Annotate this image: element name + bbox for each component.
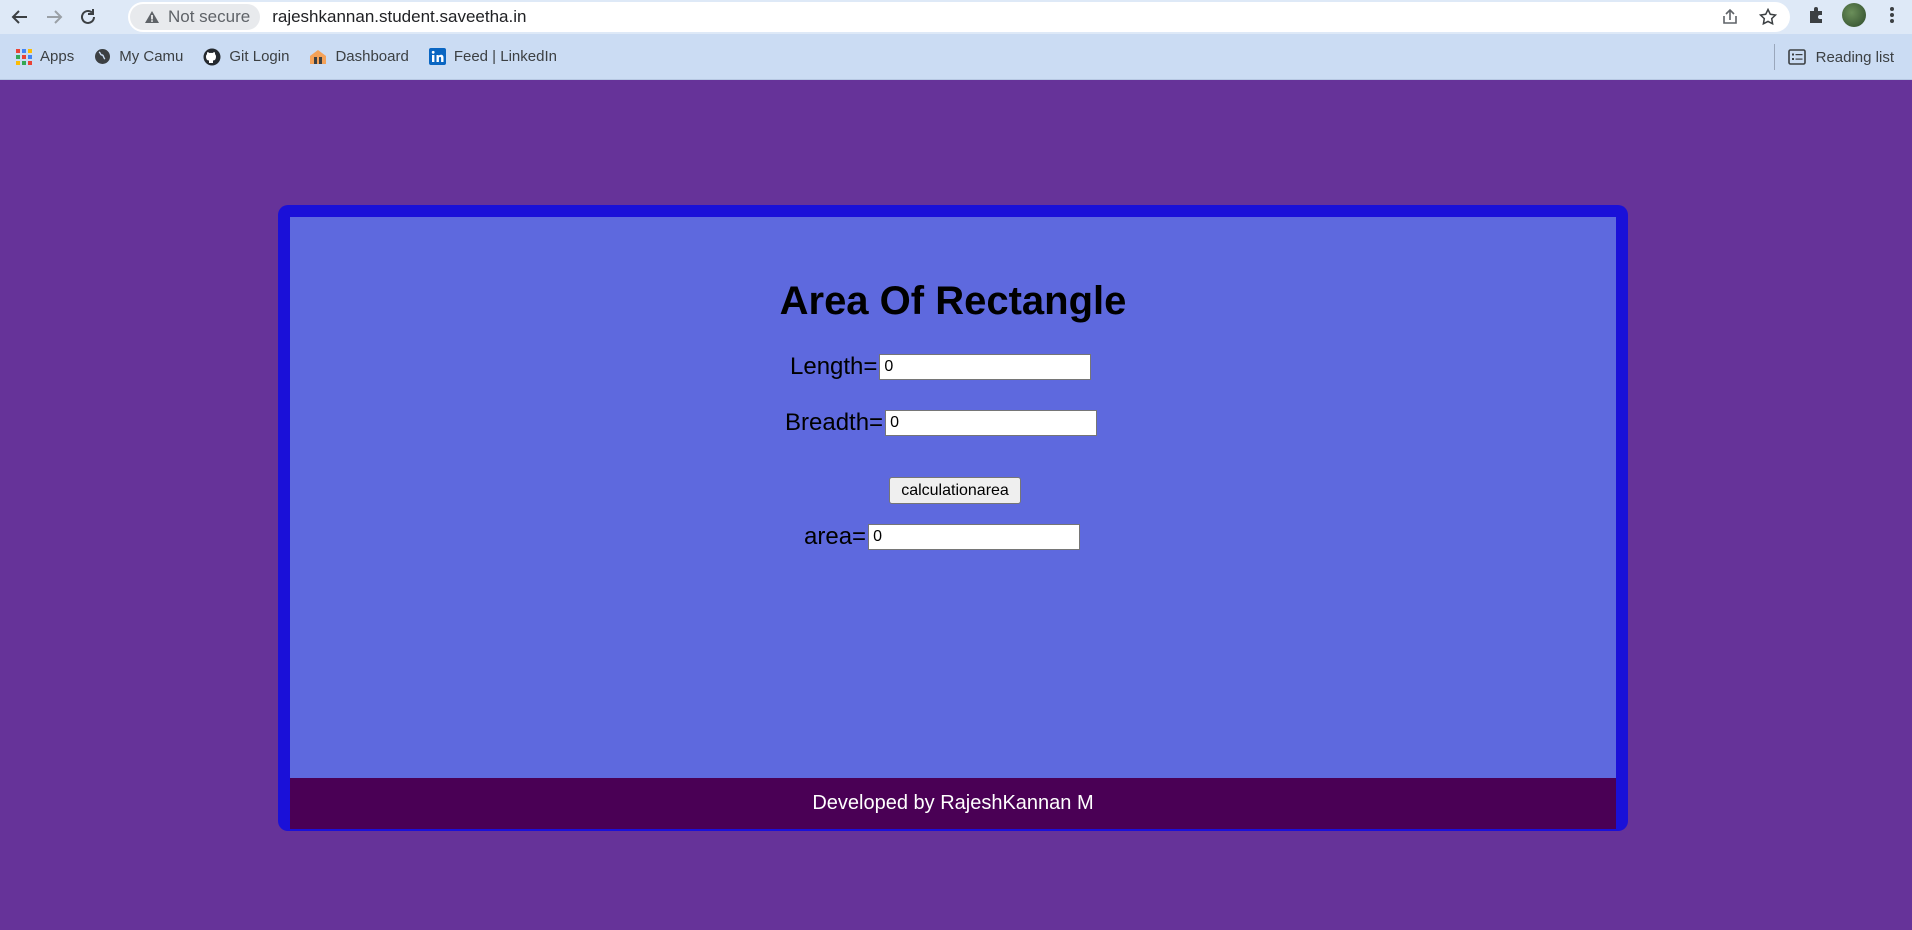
forward-button[interactable] — [40, 3, 68, 31]
apps-grid-icon — [16, 48, 32, 65]
bookmark-label: My Camu — [119, 48, 184, 65]
breadth-row: Breadth= — [785, 409, 1098, 437]
calculator-card: Area Of Rectangle Length= Breadth= calcu… — [278, 205, 1628, 831]
page-title: Area Of Rectangle — [779, 279, 1127, 323]
area-label: area= — [804, 523, 867, 550]
bookmark-my-camu[interactable]: My Camu — [90, 42, 187, 72]
area-output[interactable] — [868, 524, 1081, 550]
length-label: Length= — [790, 353, 878, 380]
reading-list-label: Reading list — [1815, 48, 1894, 66]
profile-avatar[interactable] — [1842, 3, 1866, 27]
calculator-panel: Area Of Rectangle Length= Breadth= calcu… — [290, 217, 1616, 778]
page-footer: Developed by RajeshKannan M — [290, 778, 1616, 829]
breadth-label: Breadth= — [785, 409, 884, 436]
calculate-area-button[interactable]: calculationarea — [889, 477, 1021, 504]
bookmark-star-icon[interactable] — [1756, 5, 1780, 29]
globe-icon — [95, 49, 111, 64]
reading-list-button[interactable]: Reading list — [1787, 42, 1894, 72]
bookmarks-bar: Apps My Camu Git Login Dashboard Feed | … — [0, 34, 1912, 80]
back-button[interactable] — [6, 3, 34, 31]
forward-arrow-icon — [47, 10, 63, 24]
browser-toolbar: Not secure rajeshkannan.student.saveetha… — [0, 0, 1912, 34]
length-row: Length= — [790, 353, 1092, 381]
menu-kebab-icon[interactable] — [1880, 3, 1904, 27]
bookmark-apps[interactable]: Apps — [12, 42, 78, 72]
bookmark-git-login[interactable]: Git Login — [199, 42, 293, 72]
footer-credit: Developed by RajeshKannan M — [812, 792, 1094, 814]
bookmark-label: Dashboard — [335, 48, 409, 65]
github-icon — [203, 48, 221, 65]
bookmark-label: Feed | LinkedIn — [453, 48, 557, 65]
warning-icon — [145, 11, 159, 23]
dashboard-icon — [310, 49, 327, 64]
area-row: area= — [804, 523, 1081, 551]
address-bar[interactable]: Not secure rajeshkannan.student.saveetha… — [128, 2, 1790, 32]
reload-button[interactable] — [74, 3, 102, 31]
back-arrow-icon — [11, 10, 27, 24]
length-input[interactable] — [879, 354, 1092, 380]
breadth-input[interactable] — [885, 410, 1098, 436]
reading-list-divider — [1774, 44, 1775, 70]
reading-list-icon — [1787, 49, 1806, 65]
share-icon[interactable] — [1718, 5, 1742, 29]
linkedin-icon — [428, 48, 446, 65]
security-label: Not secure — [168, 7, 251, 26]
bookmark-linkedin[interactable]: Feed | LinkedIn — [425, 42, 561, 72]
url-text[interactable]: rajeshkannan.student.saveetha.in — [272, 7, 526, 27]
extensions-puzzle-icon[interactable] — [1804, 3, 1828, 27]
security-chip[interactable]: Not secure — [130, 4, 261, 30]
bookmark-dashboard[interactable]: Dashboard — [305, 42, 412, 72]
bookmark-label: Git Login — [229, 48, 290, 65]
reload-icon — [81, 9, 95, 24]
bookmark-label: Apps — [40, 48, 75, 65]
